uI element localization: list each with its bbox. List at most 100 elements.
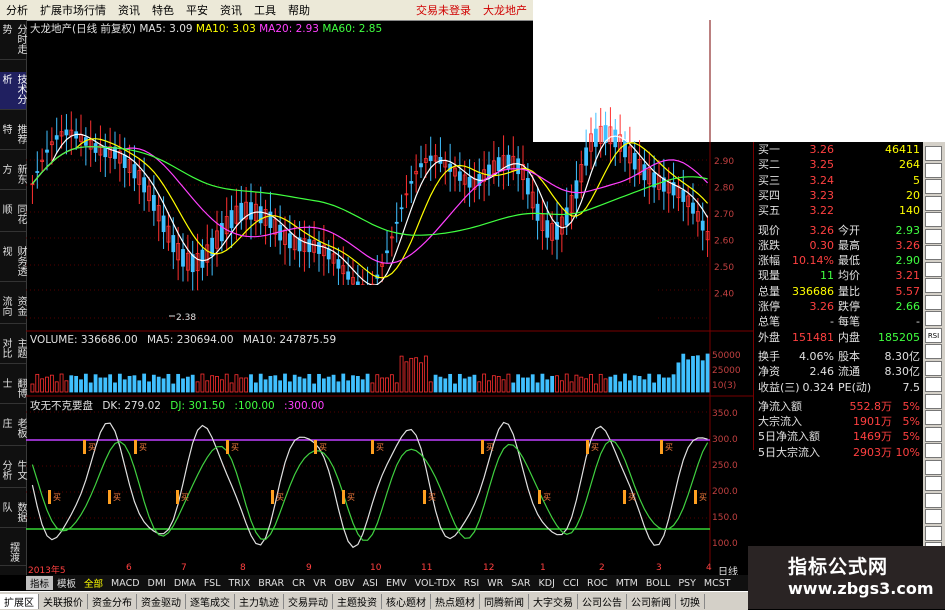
bottom-tab[interactable]: 扩展区 <box>0 593 39 609</box>
bottom-tab[interactable]: 热点题材 <box>431 593 480 609</box>
side-tool-button[interactable] <box>925 525 942 541</box>
left-tab-2[interactable]: 推荐特 <box>0 122 26 150</box>
indicator-tab[interactable]: DMI <box>144 578 170 589</box>
side-tool-button[interactable]: RSI <box>925 327 942 343</box>
indicator-tab[interactable]: CCI <box>559 578 583 589</box>
side-tool-button[interactable] <box>925 360 942 376</box>
indicator-tab[interactable]: SAR <box>507 578 534 589</box>
menu-item-pingan[interactable]: 平安 <box>180 2 214 18</box>
side-tool-button[interactable] <box>925 344 942 359</box>
side-tool-button[interactable] <box>925 443 942 458</box>
indicator-tab[interactable]: KDJ <box>535 578 559 589</box>
bottom-tab[interactable]: 逐笔成交 <box>186 593 235 609</box>
side-tool-button[interactable] <box>925 426 942 442</box>
bottom-tab[interactable]: 大字交易 <box>529 593 578 609</box>
volume-bar <box>287 381 292 393</box>
indicator-tab[interactable]: WR <box>483 578 507 589</box>
indicator-tab[interactable]: 指标 <box>26 576 54 590</box>
indicator-tab[interactable]: RSI <box>460 578 483 589</box>
indicator-tab[interactable]: 全部 <box>80 576 107 590</box>
bottom-tab[interactable]: 主力轨迹 <box>235 593 284 609</box>
menu-item-news[interactable]: 资讯 <box>214 2 248 18</box>
side-tool-button[interactable] <box>925 509 942 524</box>
side-tool-button[interactable] <box>925 459 942 475</box>
side-tool-button[interactable] <box>925 476 942 491</box>
indicator-tab[interactable]: MACD <box>107 578 143 589</box>
volume-bar <box>637 376 642 393</box>
bottom-tab[interactable]: 切换 <box>676 593 705 609</box>
indicator-tab[interactable]: BRAR <box>254 578 288 589</box>
bottom-tab[interactable]: 关联报价 <box>39 593 88 609</box>
quote-label: 现价 <box>758 223 780 237</box>
quote-label-2: 内盘 <box>838 330 860 344</box>
side-tool-button[interactable] <box>925 410 942 425</box>
side-tool-button[interactable] <box>925 294 942 310</box>
candle-body <box>394 221 399 224</box>
left-tab-11[interactable]: 数据队 <box>0 500 26 528</box>
login-status[interactable]: 交易未登录 <box>410 2 477 18</box>
side-tool-button[interactable] <box>925 162 942 178</box>
kline-chart[interactable]: 2.38 2.90 2.80 2.70 2.60 2.50 2.40 50000 25000 10… <box>26 20 753 563</box>
volume-bar <box>30 383 35 393</box>
indicator-tab[interactable]: FSL <box>200 578 225 589</box>
side-tool-button[interactable] <box>925 245 942 260</box>
side-tool-button[interactable] <box>925 377 942 392</box>
side-tool-button[interactable] <box>925 278 942 293</box>
bottom-tab[interactable]: 核心题材 <box>382 593 431 609</box>
bottom-tab[interactable]: 资金分布 <box>88 593 137 609</box>
bottom-tab[interactable]: 同腾新闻 <box>480 593 529 609</box>
menu-item-analysis[interactable]: 分析 <box>0 2 34 18</box>
price-tick: 2.70 <box>714 210 734 220</box>
volume-bar <box>506 373 511 393</box>
left-tab-9[interactable]: 老板庄 <box>0 416 26 446</box>
indicator-tab[interactable]: MCST <box>700 578 735 589</box>
indicator-tab[interactable]: VOL-TDX <box>411 578 460 589</box>
left-tab-8[interactable]: 翻博士 <box>0 376 26 404</box>
bottom-tab[interactable]: 交易异动 <box>284 593 333 609</box>
menu-item-special[interactable]: 特色 <box>146 2 180 18</box>
indicator-tab[interactable]: ROC <box>583 578 612 589</box>
volume-bar <box>331 374 336 393</box>
indicator-tab[interactable]: EMV <box>382 578 411 589</box>
menu-item-help[interactable]: 帮助 <box>282 2 316 18</box>
left-tab-12[interactable]: 摆渡 <box>0 540 26 566</box>
left-tab-3[interactable]: 新东方 <box>0 162 26 190</box>
menu-item-info[interactable]: 资讯 <box>112 2 146 18</box>
left-tab-1[interactable]: 技术分析 <box>0 72 26 110</box>
volume-bar <box>409 357 414 393</box>
side-tool-button[interactable] <box>925 492 942 508</box>
indicator-tab[interactable]: TRIX <box>225 578 255 589</box>
left-tab-6[interactable]: 资金流向 <box>0 294 26 324</box>
volume-bar <box>632 375 637 393</box>
left-tab-7[interactable]: 主题对比 <box>0 336 26 364</box>
indicator-tab[interactable]: CR <box>288 578 309 589</box>
indicator-tab[interactable]: BOLL <box>642 578 674 589</box>
side-tool-button[interactable] <box>925 393 942 409</box>
indicator-tab[interactable]: ASI <box>359 578 382 589</box>
side-tool-button[interactable] <box>925 195 942 211</box>
menu-item-ext-market[interactable]: 扩展市场行情 <box>34 2 112 18</box>
side-tool-button[interactable] <box>925 179 942 194</box>
bottom-tab[interactable]: 公司公告 <box>578 593 627 609</box>
left-tab-0[interactable]: 分时走势 <box>0 22 26 60</box>
bottom-tab[interactable]: 公司新闻 <box>627 593 676 609</box>
volume-bar <box>462 378 467 393</box>
side-tool-button[interactable] <box>925 261 942 277</box>
left-tab-10[interactable]: 牛文分析 <box>0 458 26 488</box>
bottom-tab[interactable]: 主题投资 <box>333 593 382 609</box>
side-tool-button[interactable] <box>925 311 942 326</box>
indicator-tab[interactable]: OBV <box>330 578 358 589</box>
left-tab-4[interactable]: 同花顺 <box>0 202 26 232</box>
bottom-tab[interactable]: 资金驱动 <box>137 593 186 609</box>
volume-bar <box>346 380 351 393</box>
indicator-tab[interactable]: VR <box>309 578 330 589</box>
indicator-tab[interactable]: MTM <box>612 578 642 589</box>
indicator-tab[interactable]: PSY <box>674 578 700 589</box>
left-tab-5[interactable]: 财务透视 <box>0 244 26 282</box>
indicator-tab[interactable]: 模板 <box>53 576 80 590</box>
side-tool-button[interactable] <box>925 212 942 227</box>
side-tool-button[interactable] <box>925 146 942 161</box>
side-tool-button[interactable] <box>925 228 942 244</box>
indicator-tab[interactable]: DMA <box>170 578 200 589</box>
menu-item-tools[interactable]: 工具 <box>248 2 282 18</box>
